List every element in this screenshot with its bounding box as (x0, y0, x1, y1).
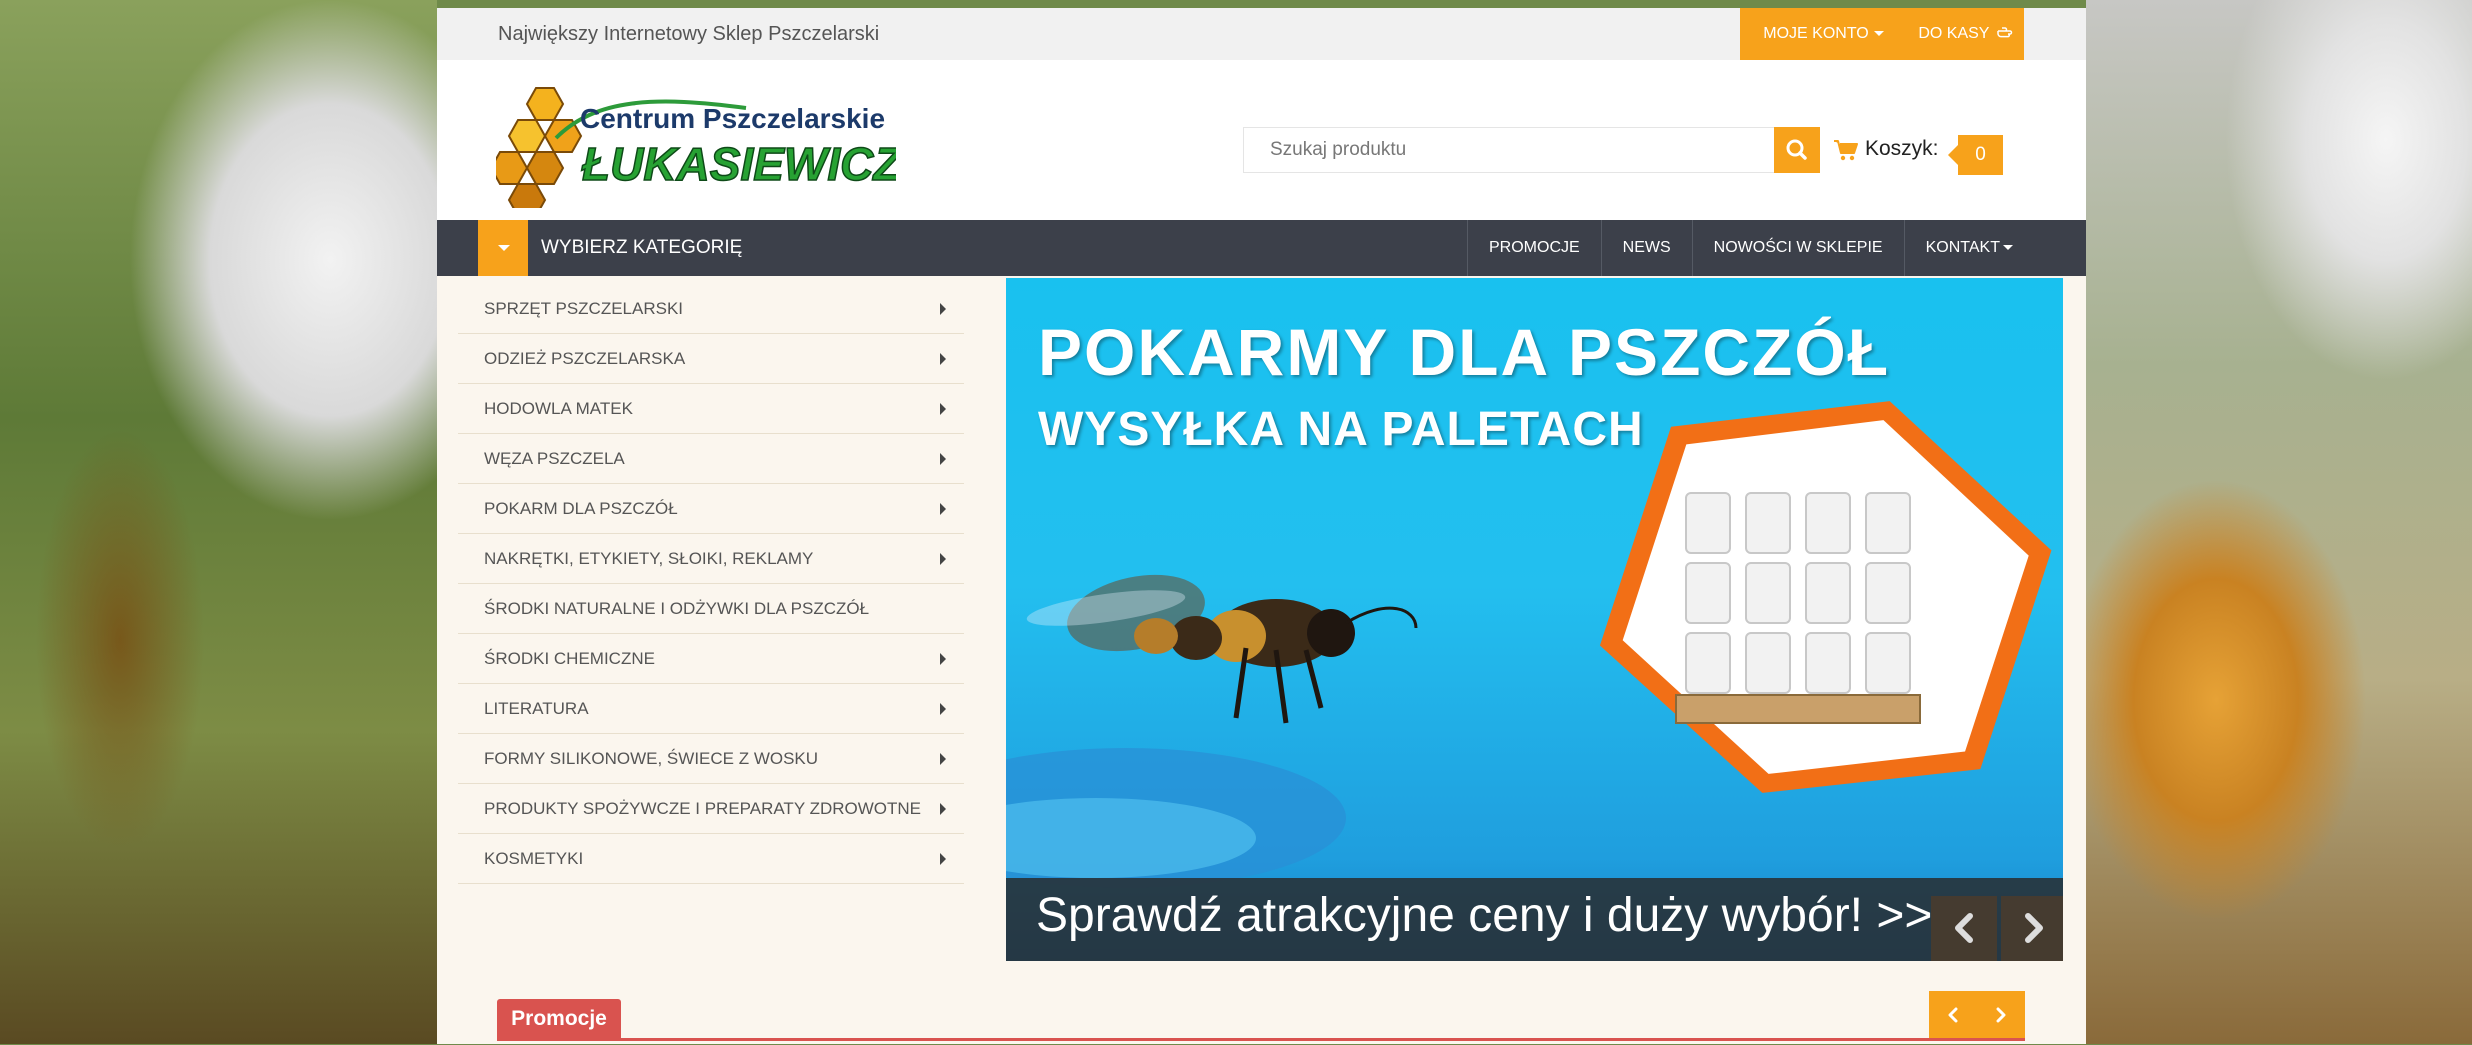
category-item[interactable]: PRODUKTY SPOŻYWCZE I PREPARATY ZDROWOTNE (458, 784, 964, 834)
promo-banner-slider[interactable]: POKARMY DLA PSZCZÓŁ WYSYŁKA NA PALETACH (1006, 278, 2063, 961)
shop-logo[interactable]: Centrum Pszczelarskie ŁUKASIEWICZ (489, 78, 904, 217)
page-container: Największy Internetowy Sklep Pszczelarsk… (437, 8, 2086, 1044)
promo-divider (497, 1038, 2025, 1041)
banner-caption: Sprawdź atrakcyjne ceny i duży wybór! >> (1036, 889, 1933, 942)
category-item[interactable]: SPRZĘT PSZCZELARSKI (458, 284, 964, 334)
chevron-right-icon (940, 553, 946, 565)
category-item[interactable]: ŚRODKI CHEMICZNE (458, 634, 964, 684)
top-bar: Największy Internetowy Sklep Pszczelarsk… (437, 8, 2086, 60)
category-label: ODZIEŻ PSZCZELARSKA (484, 349, 686, 368)
category-label: SPRZĘT PSZCZELARSKI (484, 299, 684, 318)
search-input[interactable] (1244, 128, 1778, 172)
category-toggle-button[interactable] (478, 220, 528, 276)
cart-label: Koszyk: (1865, 137, 1939, 160)
category-label: ŚRODKI CHEMICZNE (484, 649, 655, 668)
search-icon (1786, 139, 1807, 160)
slider-prev-button[interactable] (1931, 896, 1997, 961)
header: Centrum Pszczelarskie ŁUKASIEWICZ Koszyk… (437, 60, 2086, 220)
chevron-right-icon (940, 853, 946, 865)
nav-link-kontakt[interactable]: KONTAKT (1903, 220, 2034, 276)
chevron-right-icon (940, 753, 946, 765)
category-label: KOSMETYKI (484, 849, 584, 868)
category-item[interactable]: WĘZA PSZCZELA (458, 434, 964, 484)
my-account-label: MOJE KONTO (1763, 25, 1869, 42)
promo-prev-button[interactable] (1929, 991, 1977, 1040)
chevron-right-icon (940, 703, 946, 715)
background-photo-right (2086, 0, 2472, 1044)
logo-line1: Centrum Pszczelarskie (580, 103, 885, 134)
nav-link-news[interactable]: NEWS (1600, 220, 1692, 276)
category-item[interactable]: ODZIEŻ PSZCZELARSKA (458, 334, 964, 384)
category-item[interactable]: ŚRODKI NATURALNE I ODŻYWKI DLA PSZCZÓŁ (458, 584, 964, 634)
promo-next-button[interactable] (1977, 991, 2025, 1040)
category-item[interactable]: LITERATURA (458, 684, 964, 734)
category-item[interactable]: HODOWLA MATEK (458, 384, 964, 434)
my-account-button[interactable]: MOJE KONTO (1740, 8, 1907, 60)
category-label: FORMY SILIKONOWE, ŚWIECE Z WOSKU (484, 749, 819, 768)
chevron-right-icon (940, 403, 946, 415)
banner-caption-bar: Sprawdź atrakcyjne ceny i duży wybór! >> (1006, 878, 2063, 961)
hand-pointer-icon (1996, 27, 2012, 38)
nav-links: PROMOCJE NEWS NOWOŚCI W SKLEPIE KONTAKT (1467, 220, 2034, 276)
slider-next-button[interactable] (2001, 896, 2063, 961)
chevron-right-icon (940, 453, 946, 465)
honeycomb-logo-icon: Centrum Pszczelarskie ŁUKASIEWICZ (489, 87, 904, 217)
category-label: HODOWLA MATEK (484, 399, 633, 418)
chevron-down-icon (2002, 245, 2013, 251)
chevron-down-icon (498, 245, 510, 251)
chevron-right-icon (940, 503, 946, 515)
shopping-cart-icon (1834, 140, 1858, 161)
category-menu-label[interactable]: WYBIERZ KATEGORIĘ (541, 220, 742, 276)
nav-link-promocje[interactable]: PROMOCJE (1467, 220, 1601, 276)
category-label: WĘZA PSZCZELA (484, 449, 625, 468)
search-field (1243, 127, 1779, 173)
category-item[interactable]: FORMY SILIKONOWE, ŚWIECE Z WOSKU (458, 734, 964, 784)
category-item[interactable]: NAKRĘTKI, ETYKIETY, SŁOIKI, REKLAMY (458, 534, 964, 584)
chevron-right-icon (2025, 913, 2043, 943)
promo-carousel-nav (1929, 991, 2025, 1040)
search-button[interactable] (1774, 127, 1820, 173)
main-nav: WYBIERZ KATEGORIĘ PROMOCJE NEWS NOWOŚCI … (437, 220, 2086, 276)
background-photo-left (0, 0, 437, 1044)
chevron-right-icon (940, 653, 946, 665)
chevron-left-icon (1955, 913, 1973, 943)
category-label: PRODUKTY SPOŻYWCZE I PREPARATY ZDROWOTNE (484, 799, 922, 818)
nav-link-kontakt-label: KONTAKT (1925, 239, 2000, 256)
logo-line2: ŁUKASIEWICZ (581, 138, 896, 190)
chevron-right-icon (940, 803, 946, 815)
category-item[interactable]: POKARM DLA PSZCZÓŁ (458, 484, 964, 534)
pallet-buckets-illustration (1599, 401, 2052, 793)
category-sidebar: SPRZĘT PSZCZELARSKI ODZIEŻ PSZCZELARSKA … (458, 284, 964, 884)
category-label: NAKRĘTKI, ETYKIETY, SŁOIKI, REKLAMY (484, 549, 814, 568)
category-item[interactable]: KOSMETYKI (458, 834, 964, 884)
nav-link-nowosci[interactable]: NOWOŚCI W SKLEPIE (1691, 220, 1904, 276)
banner-subtitle: WYSYŁKA NA PALETACH (1038, 403, 1644, 456)
checkout-label: DO KASY (1918, 25, 1990, 42)
promo-section-title: Promocje (497, 999, 621, 1039)
banner-title: POKARMY DLA PSZCZÓŁ (1038, 315, 1891, 389)
chevron-down-icon (1873, 31, 1884, 37)
chevron-right-icon (1996, 1007, 2006, 1023)
chevron-right-icon (940, 353, 946, 365)
chevron-right-icon (940, 303, 946, 315)
shop-tagline: Największy Internetowy Sklep Pszczelarsk… (498, 23, 880, 45)
category-label: POKARM DLA PSZCZÓŁ (484, 499, 678, 518)
category-label: ŚRODKI NATURALNE I ODŻYWKI DLA PSZCZÓŁ (484, 599, 870, 618)
checkout-button[interactable]: DO KASY (1907, 8, 2024, 60)
chevron-left-icon (1948, 1007, 1958, 1023)
category-label: LITERATURA (484, 699, 589, 718)
cart-count-badge[interactable]: 0 (1948, 135, 2003, 175)
